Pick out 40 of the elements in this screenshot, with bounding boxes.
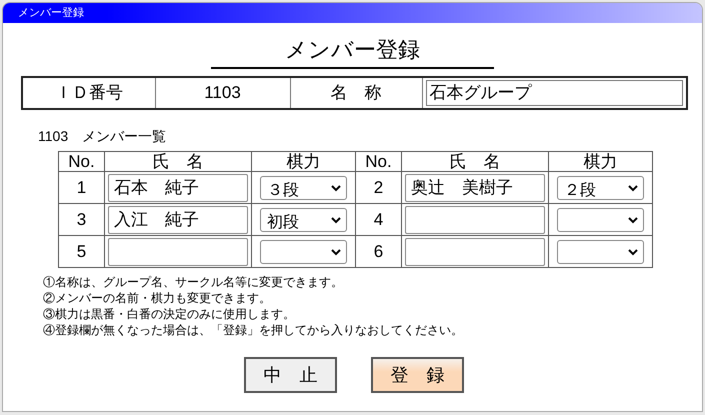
- rank-select[interactable]: [557, 208, 644, 232]
- chevron-down-icon: [331, 184, 341, 192]
- window-title: メンバー登録: [18, 6, 84, 21]
- name-field[interactable]: 入江 純子: [108, 206, 248, 234]
- chevron-down-icon: [331, 216, 341, 224]
- note-text: ①名称は、グループ名、サークル名等に変更できます。: [43, 274, 343, 290]
- cancel-button[interactable]: 中 止: [244, 357, 337, 393]
- note-text: ②メンバーの名前・棋力も変更できます。: [43, 290, 271, 306]
- note-text: ④登録欄が無くなった場合は、「登録」を押してから入りなおしてください。: [43, 322, 463, 338]
- name-field[interactable]: [405, 206, 545, 234]
- page-heading: メンバー登録: [211, 35, 494, 69]
- chevron-down-icon: [628, 184, 638, 192]
- chevron-down-icon: [628, 248, 638, 256]
- member-number: 2: [356, 172, 402, 204]
- rank-select[interactable]: [557, 240, 644, 264]
- name-field[interactable]: [108, 238, 248, 266]
- member-number: 4: [356, 204, 402, 236]
- column-header: 氏 名: [402, 152, 548, 172]
- rank-select[interactable]: ３段: [260, 176, 347, 200]
- member-number: 6: [356, 236, 402, 268]
- member-number: 5: [58, 236, 104, 268]
- rank-select[interactable]: 初段: [260, 208, 347, 232]
- column-header: No.: [58, 152, 104, 172]
- chevron-down-icon: [628, 216, 638, 224]
- column-header: 棋力: [548, 152, 652, 172]
- name-field[interactable]: 石本 純子: [108, 174, 248, 202]
- rank-select[interactable]: [260, 240, 347, 264]
- note-text: ③棋力は黒番・白番の決定のみに使用します。: [43, 306, 295, 322]
- register-button[interactable]: 登 録: [371, 357, 464, 393]
- rank-select[interactable]: ２段: [557, 176, 644, 200]
- member-number: 3: [58, 204, 104, 236]
- column-header: No.: [356, 152, 402, 172]
- name-field[interactable]: [405, 238, 545, 266]
- chevron-down-icon: [331, 248, 341, 256]
- member-number: 1: [58, 172, 104, 204]
- name-field[interactable]: 奥辻 美樹子: [405, 174, 545, 202]
- column-header: 棋力: [252, 152, 356, 172]
- column-header: 氏 名: [104, 152, 252, 172]
- group-name-field[interactable]: 石本グループ: [426, 80, 683, 106]
- member-list-title: 1103 メンバー一覧: [38, 127, 166, 145]
